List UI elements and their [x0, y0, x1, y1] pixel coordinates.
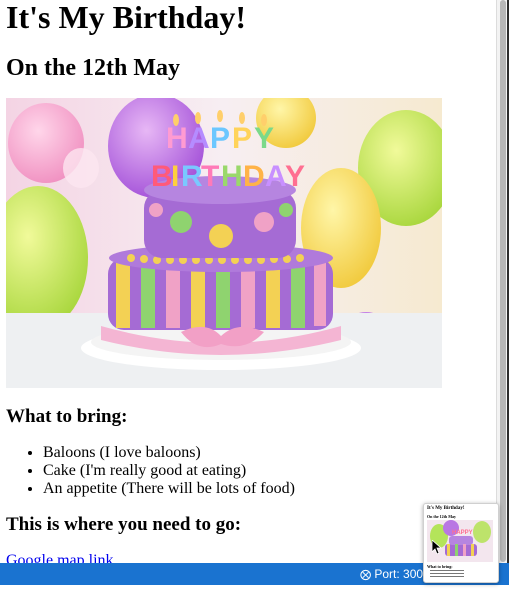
port-text: Port: 300	[374, 567, 424, 581]
svg-text:B: B	[151, 160, 173, 193]
svg-text:H: H	[166, 122, 188, 155]
birthday-cake-image: H A P P Y B I R T H D A Y	[6, 98, 442, 388]
svg-text:H: H	[221, 160, 243, 193]
list-item: Baloons (I love baloons)	[43, 444, 295, 462]
bring-list: Baloons (I love baloons) Cake (I'm reall…	[6, 444, 295, 498]
list-item: An appetite (There will be lots of food)	[43, 480, 295, 498]
preview-text-lines	[430, 570, 464, 580]
where-to-go-heading: This is where you need to go:	[6, 514, 242, 535]
list-item: Cake (I'm really good at eating)	[43, 462, 295, 480]
svg-text:A: A	[188, 122, 210, 155]
svg-text:D: D	[243, 160, 265, 193]
what-to-bring-heading: What to bring:	[6, 406, 128, 427]
svg-text:A: A	[265, 160, 287, 193]
broadcast-icon: ⨂	[360, 569, 371, 581]
svg-text:I: I	[171, 160, 179, 193]
svg-text:HAPPY: HAPPY	[452, 530, 473, 536]
mouse-cursor-icon	[432, 540, 442, 554]
preview-section-heading: What to bring:	[427, 564, 453, 569]
scrollbar-thumb[interactable]	[500, 0, 506, 562]
svg-text:T: T	[201, 160, 219, 193]
svg-text:P: P	[210, 122, 230, 155]
svg-text:P: P	[232, 122, 252, 155]
bottom-spacer	[0, 585, 509, 595]
page-title: It's My Birthday!	[6, 0, 246, 35]
port-indicator[interactable]: ⨂ Port: 300	[360, 567, 423, 581]
svg-text:Y: Y	[254, 122, 274, 155]
preview-subtitle: On the 12th May	[427, 514, 456, 519]
preview-title: It's My Birthday!	[427, 506, 465, 511]
svg-text:R: R	[181, 160, 203, 193]
page-subtitle: On the 12th May	[6, 55, 180, 81]
svg-text:Y: Y	[285, 160, 305, 193]
